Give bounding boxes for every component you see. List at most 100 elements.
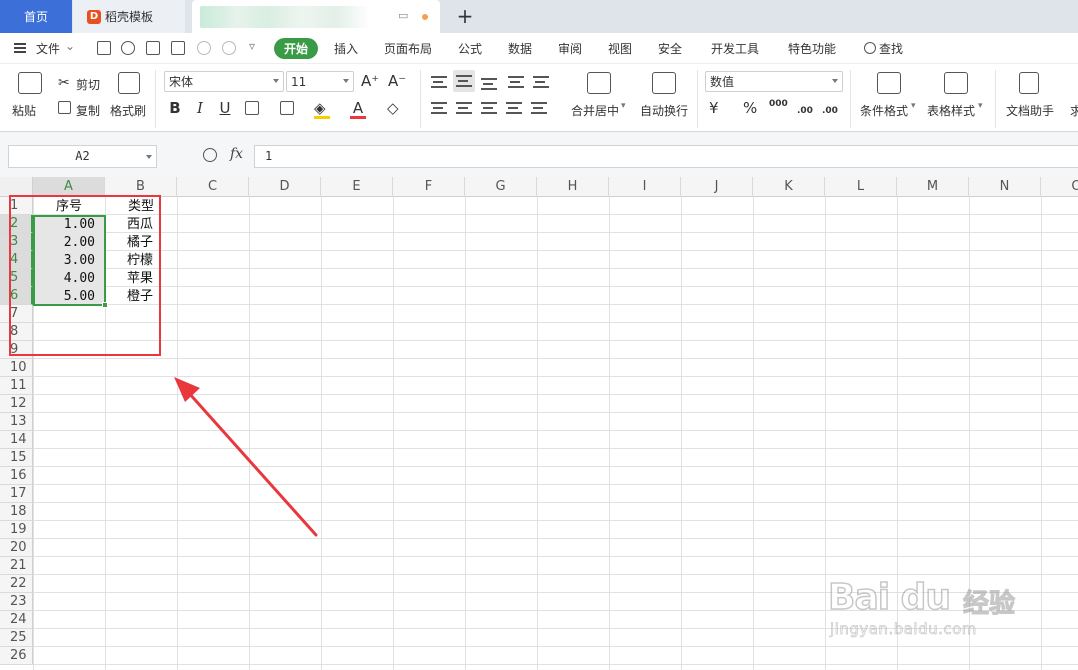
sum-button-cutoff[interactable]: 求 [1070,102,1078,119]
grow-font-button[interactable]: A⁺ [361,72,379,90]
fill-color-icon[interactable]: ◈ [314,99,326,117]
align-top-icon[interactable] [431,76,447,88]
shrink-font-button[interactable]: A⁻ [388,72,406,90]
scissors-icon[interactable]: ✂ [58,75,70,91]
column-header[interactable]: A [33,177,105,197]
copy-icon[interactable] [58,101,71,114]
row-header[interactable]: 23 [0,593,33,611]
conditional-format-icon[interactable] [877,72,901,94]
row-header[interactable]: 19 [0,521,33,539]
underline-button[interactable]: U [216,99,234,117]
menu-developer[interactable]: 开发工具 [711,40,759,57]
column-header[interactable]: C [177,177,249,197]
font-color-button[interactable]: A [349,99,367,117]
merge-center-icon[interactable] [587,72,611,94]
row-header[interactable]: 12 [0,395,33,413]
undo-icon[interactable] [197,41,211,55]
column-header[interactable]: N [969,177,1041,197]
column-header[interactable]: I [609,177,681,197]
print-icon[interactable] [146,41,160,55]
column-header[interactable]: G [465,177,537,197]
increase-decimal-button[interactable]: .00 [797,106,813,116]
align-middle-button[interactable] [453,70,475,92]
row-header[interactable]: 14 [0,431,33,449]
menu-start[interactable]: 开始 [274,38,318,59]
chevron-down-icon[interactable]: ▾ [621,101,626,111]
table-style-icon[interactable] [944,72,968,94]
number-format-select[interactable]: 数值 [705,71,843,92]
column-header[interactable]: L [825,177,897,197]
chevron-down-icon[interactable]: ▾ [978,101,983,111]
menu-formula[interactable]: 公式 [458,40,482,57]
decrease-decimal-button[interactable]: .00 [822,106,838,116]
tab-home[interactable]: 首页 [0,0,72,33]
menu-review[interactable]: 审阅 [558,40,582,57]
row-header[interactable]: 24 [0,611,33,629]
font-name-select[interactable]: 宋体 [164,71,284,92]
justify-icon[interactable] [506,102,522,114]
column-header[interactable]: F [393,177,465,197]
new-tab-button[interactable]: + [454,3,476,29]
thousands-button[interactable]: 000 [769,99,788,109]
hamburger-menu-icon[interactable] [14,43,26,53]
row-header[interactable]: 20 [0,539,33,557]
row-header[interactable]: 25 [0,629,33,647]
menu-file[interactable]: 文件 [36,40,60,57]
row-header[interactable]: 11 [0,377,33,395]
row-header[interactable]: 18 [0,503,33,521]
percent-button[interactable]: % [743,99,757,117]
search-icon[interactable] [864,42,876,54]
align-bottom-icon[interactable] [481,78,497,90]
clear-format-icon[interactable]: ◇ [387,99,399,117]
distribute-icon[interactable] [531,102,547,114]
paste-icon[interactable] [18,72,42,94]
align-center-icon[interactable] [456,102,472,114]
tab-current-document[interactable]: ▭ [192,0,440,33]
menu-security[interactable]: 安全 [658,40,682,57]
redo-icon[interactable] [222,41,236,55]
table-style-button[interactable]: 表格样式 [927,102,975,119]
doc-assistant-button[interactable]: 文档助手 [1006,102,1054,119]
export-icon[interactable] [121,41,135,55]
column-header[interactable]: J [681,177,753,197]
decrease-indent-icon[interactable] [508,76,524,88]
copy-button[interactable]: 复制 [76,102,100,119]
increase-indent-icon[interactable] [533,76,549,88]
column-header[interactable]: M [897,177,969,197]
chevron-down-icon[interactable]: ▾ [911,101,916,111]
row-header[interactable]: 16 [0,467,33,485]
cut-button[interactable]: 剪切 [76,76,100,93]
menu-features[interactable]: 特色功能 [788,40,836,57]
row-header[interactable]: 10 [0,359,33,377]
row-header[interactable]: 21 [0,557,33,575]
tab-templates[interactable]: D 稻壳模板 [73,0,185,33]
align-left-icon[interactable] [431,102,447,114]
row-header[interactable]: 15 [0,449,33,467]
conditional-format-button[interactable]: 条件格式 [860,102,908,119]
font-size-select[interactable]: 11 [286,71,354,92]
print-preview-icon[interactable] [171,41,185,55]
merge-center-button[interactable]: 合并居中 [571,102,619,119]
menu-insert[interactable]: 插入 [334,40,358,57]
doc-assistant-icon[interactable] [1019,72,1039,94]
row-header[interactable]: 17 [0,485,33,503]
row-header[interactable]: 26 [0,647,33,665]
wrap-text-button[interactable]: 自动换行 [640,102,688,119]
menu-view[interactable]: 视图 [608,40,632,57]
quick-access-more-icon[interactable]: ▿ [249,39,255,53]
paste-button[interactable]: 粘贴 [12,102,36,119]
zoom-formula-icon[interactable] [203,148,217,162]
fx-icon[interactable]: fx [230,146,243,162]
currency-icon[interactable]: ¥ [709,99,719,117]
column-header[interactable]: O [1041,177,1078,197]
window-mode-icon[interactable]: ▭ [398,9,408,22]
align-right-icon[interactable] [481,102,497,114]
column-header[interactable]: E [321,177,393,197]
save-icon[interactable] [97,41,111,55]
italic-button[interactable]: I [191,99,209,117]
menu-page-layout[interactable]: 页面布局 [384,40,432,57]
menu-data[interactable]: 数据 [508,40,532,57]
format-painter-button[interactable]: 格式刷 [110,102,146,119]
borders-icon[interactable] [245,101,259,115]
menu-search[interactable]: 查找 [879,40,903,57]
